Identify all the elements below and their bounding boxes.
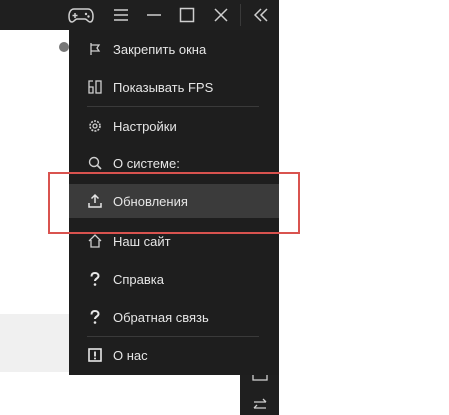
content-panel [0, 314, 69, 372]
menu-item-label: Показывать FPS [113, 79, 214, 95]
search-icon [87, 155, 103, 171]
menu-item-pin-windows[interactable]: Закрепить окна [69, 32, 279, 66]
menu-item-label: Справка [113, 271, 164, 287]
titlebar-divider [240, 4, 241, 26]
fps-icon [87, 79, 103, 95]
title-bar [0, 0, 279, 30]
maximize-icon[interactable] [174, 0, 200, 30]
question-icon [87, 309, 103, 325]
menu-item-label: Настройки [113, 118, 177, 134]
menu-divider [87, 106, 259, 107]
menu-item-label: О системе: [113, 155, 180, 171]
menu-item-show-fps[interactable]: Показывать FPS [69, 70, 279, 104]
question-icon [87, 271, 103, 287]
menu-item-label: О нас [113, 347, 148, 363]
menu-item-about-us[interactable]: О нас [69, 338, 279, 372]
menu-item-help[interactable]: Справка [69, 262, 279, 296]
collapse-icon[interactable] [246, 0, 276, 30]
menu-item-feedback[interactable]: Обратная связь [69, 300, 279, 334]
radio-dot [59, 42, 69, 52]
menu-item-label: Закрепить окна [113, 41, 207, 57]
pin-icon [87, 41, 103, 57]
highlight-annotation-box [48, 172, 300, 234]
gamepad-icon[interactable] [64, 0, 98, 30]
home-icon [87, 233, 103, 249]
swap-icon[interactable] [249, 396, 271, 414]
menu-icon[interactable] [108, 0, 134, 30]
menu-item-label: Наш сайт [113, 233, 171, 249]
close-icon[interactable] [208, 0, 234, 30]
menu-item-settings[interactable]: Настройки [69, 109, 279, 143]
info-icon [87, 347, 103, 363]
gear-icon [87, 118, 103, 134]
menu-item-label: Обратная связь [113, 309, 209, 325]
minimize-icon[interactable] [142, 0, 166, 30]
menu-divider [87, 336, 259, 337]
